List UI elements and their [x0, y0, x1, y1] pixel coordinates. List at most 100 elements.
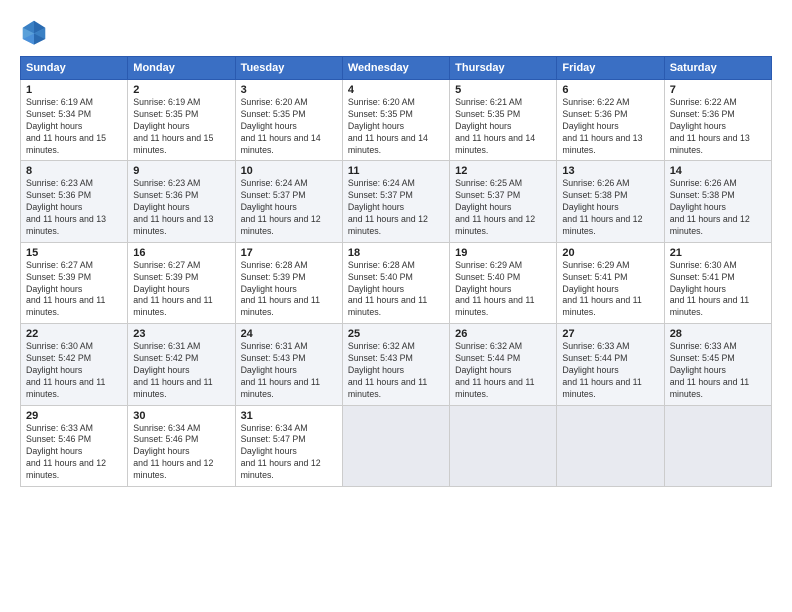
- calendar-week-row: 22 Sunrise: 6:30 AMSunset: 5:42 PMDaylig…: [21, 324, 772, 405]
- day-info: Sunrise: 6:27 AMSunset: 5:39 PMDaylight …: [133, 260, 212, 318]
- day-info: Sunrise: 6:30 AMSunset: 5:42 PMDaylight …: [26, 341, 105, 399]
- calendar-cell: 25 Sunrise: 6:32 AMSunset: 5:43 PMDaylig…: [342, 324, 449, 405]
- day-info: Sunrise: 6:21 AMSunset: 5:35 PMDaylight …: [455, 97, 535, 155]
- day-number: 22: [26, 328, 122, 340]
- calendar-cell: 2 Sunrise: 6:19 AMSunset: 5:35 PMDayligh…: [128, 80, 235, 161]
- day-number: 21: [670, 247, 766, 259]
- day-info: Sunrise: 6:22 AMSunset: 5:36 PMDaylight …: [670, 97, 750, 155]
- day-number: 8: [26, 165, 122, 177]
- day-number: 2: [133, 84, 229, 96]
- calendar-cell: 20 Sunrise: 6:29 AMSunset: 5:41 PMDaylig…: [557, 242, 664, 323]
- day-info: Sunrise: 6:19 AMSunset: 5:35 PMDaylight …: [133, 97, 213, 155]
- day-of-week-header: Tuesday: [235, 57, 342, 80]
- day-number: 24: [241, 328, 337, 340]
- day-number: 29: [26, 410, 122, 422]
- calendar-cell: [557, 405, 664, 486]
- page: SundayMondayTuesdayWednesdayThursdayFrid…: [0, 0, 792, 612]
- day-info: Sunrise: 6:20 AMSunset: 5:35 PMDaylight …: [348, 97, 428, 155]
- day-of-week-header: Thursday: [450, 57, 557, 80]
- day-number: 6: [562, 84, 658, 96]
- day-info: Sunrise: 6:23 AMSunset: 5:36 PMDaylight …: [133, 178, 213, 236]
- day-number: 10: [241, 165, 337, 177]
- day-info: Sunrise: 6:23 AMSunset: 5:36 PMDaylight …: [26, 178, 106, 236]
- calendar-cell: 16 Sunrise: 6:27 AMSunset: 5:39 PMDaylig…: [128, 242, 235, 323]
- calendar-cell: 15 Sunrise: 6:27 AMSunset: 5:39 PMDaylig…: [21, 242, 128, 323]
- day-number: 3: [241, 84, 337, 96]
- day-info: Sunrise: 6:32 AMSunset: 5:44 PMDaylight …: [455, 341, 534, 399]
- calendar-cell: 5 Sunrise: 6:21 AMSunset: 5:35 PMDayligh…: [450, 80, 557, 161]
- day-info: Sunrise: 6:20 AMSunset: 5:35 PMDaylight …: [241, 97, 321, 155]
- day-number: 5: [455, 84, 551, 96]
- day-info: Sunrise: 6:26 AMSunset: 5:38 PMDaylight …: [670, 178, 750, 236]
- header: [20, 18, 772, 46]
- day-number: 9: [133, 165, 229, 177]
- day-info: Sunrise: 6:29 AMSunset: 5:41 PMDaylight …: [562, 260, 641, 318]
- day-info: Sunrise: 6:22 AMSunset: 5:36 PMDaylight …: [562, 97, 642, 155]
- day-info: Sunrise: 6:33 AMSunset: 5:46 PMDaylight …: [26, 423, 106, 481]
- day-number: 18: [348, 247, 444, 259]
- calendar-week-row: 15 Sunrise: 6:27 AMSunset: 5:39 PMDaylig…: [21, 242, 772, 323]
- day-info: Sunrise: 6:27 AMSunset: 5:39 PMDaylight …: [26, 260, 105, 318]
- logo-icon: [20, 18, 48, 46]
- calendar-cell: 17 Sunrise: 6:28 AMSunset: 5:39 PMDaylig…: [235, 242, 342, 323]
- day-info: Sunrise: 6:28 AMSunset: 5:40 PMDaylight …: [348, 260, 427, 318]
- calendar-cell: [450, 405, 557, 486]
- day-number: 13: [562, 165, 658, 177]
- day-of-week-header: Wednesday: [342, 57, 449, 80]
- day-number: 14: [670, 165, 766, 177]
- calendar-cell: 13 Sunrise: 6:26 AMSunset: 5:38 PMDaylig…: [557, 161, 664, 242]
- day-info: Sunrise: 6:24 AMSunset: 5:37 PMDaylight …: [348, 178, 428, 236]
- day-info: Sunrise: 6:25 AMSunset: 5:37 PMDaylight …: [455, 178, 535, 236]
- calendar-cell: 30 Sunrise: 6:34 AMSunset: 5:46 PMDaylig…: [128, 405, 235, 486]
- day-info: Sunrise: 6:29 AMSunset: 5:40 PMDaylight …: [455, 260, 534, 318]
- calendar-cell: 31 Sunrise: 6:34 AMSunset: 5:47 PMDaylig…: [235, 405, 342, 486]
- calendar-cell: 11 Sunrise: 6:24 AMSunset: 5:37 PMDaylig…: [342, 161, 449, 242]
- day-number: 17: [241, 247, 337, 259]
- day-number: 11: [348, 165, 444, 177]
- day-number: 15: [26, 247, 122, 259]
- calendar-cell: 27 Sunrise: 6:33 AMSunset: 5:44 PMDaylig…: [557, 324, 664, 405]
- calendar-cell: 12 Sunrise: 6:25 AMSunset: 5:37 PMDaylig…: [450, 161, 557, 242]
- day-of-week-header: Saturday: [664, 57, 771, 80]
- day-info: Sunrise: 6:30 AMSunset: 5:41 PMDaylight …: [670, 260, 749, 318]
- day-number: 16: [133, 247, 229, 259]
- day-info: Sunrise: 6:32 AMSunset: 5:43 PMDaylight …: [348, 341, 427, 399]
- day-info: Sunrise: 6:28 AMSunset: 5:39 PMDaylight …: [241, 260, 320, 318]
- day-info: Sunrise: 6:34 AMSunset: 5:47 PMDaylight …: [241, 423, 321, 481]
- day-number: 23: [133, 328, 229, 340]
- day-number: 20: [562, 247, 658, 259]
- day-number: 30: [133, 410, 229, 422]
- day-number: 12: [455, 165, 551, 177]
- day-info: Sunrise: 6:33 AMSunset: 5:45 PMDaylight …: [670, 341, 749, 399]
- calendar-cell: 10 Sunrise: 6:24 AMSunset: 5:37 PMDaylig…: [235, 161, 342, 242]
- day-of-week-header: Sunday: [21, 57, 128, 80]
- calendar-table: SundayMondayTuesdayWednesdayThursdayFrid…: [20, 56, 772, 487]
- calendar-week-row: 8 Sunrise: 6:23 AMSunset: 5:36 PMDayligh…: [21, 161, 772, 242]
- calendar-cell: 4 Sunrise: 6:20 AMSunset: 5:35 PMDayligh…: [342, 80, 449, 161]
- day-info: Sunrise: 6:34 AMSunset: 5:46 PMDaylight …: [133, 423, 213, 481]
- calendar-cell: 6 Sunrise: 6:22 AMSunset: 5:36 PMDayligh…: [557, 80, 664, 161]
- day-number: 4: [348, 84, 444, 96]
- calendar-cell: 9 Sunrise: 6:23 AMSunset: 5:36 PMDayligh…: [128, 161, 235, 242]
- day-info: Sunrise: 6:19 AMSunset: 5:34 PMDaylight …: [26, 97, 106, 155]
- calendar-cell: 7 Sunrise: 6:22 AMSunset: 5:36 PMDayligh…: [664, 80, 771, 161]
- calendar-cell: 22 Sunrise: 6:30 AMSunset: 5:42 PMDaylig…: [21, 324, 128, 405]
- calendar-cell: 29 Sunrise: 6:33 AMSunset: 5:46 PMDaylig…: [21, 405, 128, 486]
- calendar-cell: 26 Sunrise: 6:32 AMSunset: 5:44 PMDaylig…: [450, 324, 557, 405]
- day-number: 7: [670, 84, 766, 96]
- day-number: 19: [455, 247, 551, 259]
- calendar-cell: [664, 405, 771, 486]
- day-number: 26: [455, 328, 551, 340]
- day-number: 28: [670, 328, 766, 340]
- logo: [20, 18, 52, 46]
- day-number: 31: [241, 410, 337, 422]
- calendar-cell: [342, 405, 449, 486]
- day-number: 1: [26, 84, 122, 96]
- day-number: 27: [562, 328, 658, 340]
- day-of-week-header: Friday: [557, 57, 664, 80]
- calendar-header-row: SundayMondayTuesdayWednesdayThursdayFrid…: [21, 57, 772, 80]
- calendar-cell: 3 Sunrise: 6:20 AMSunset: 5:35 PMDayligh…: [235, 80, 342, 161]
- calendar-cell: 19 Sunrise: 6:29 AMSunset: 5:40 PMDaylig…: [450, 242, 557, 323]
- calendar-cell: 8 Sunrise: 6:23 AMSunset: 5:36 PMDayligh…: [21, 161, 128, 242]
- day-info: Sunrise: 6:31 AMSunset: 5:42 PMDaylight …: [133, 341, 212, 399]
